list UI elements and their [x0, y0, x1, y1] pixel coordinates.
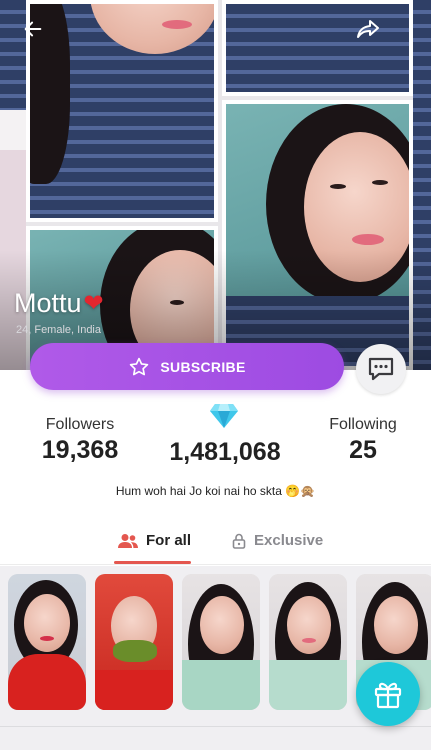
diamonds-stat: 1,481,068 [150, 438, 300, 467]
more-options-icon[interactable]: ⋮ [401, 14, 421, 36]
bottom-area [0, 716, 431, 750]
gallery-thumb-3[interactable] [182, 574, 260, 710]
profile-screen: ⋮ Mottu ❤ 24, Female, India SUBSCRIBE Fo… [0, 0, 431, 750]
tab-divider [0, 564, 431, 565]
chat-button[interactable] [356, 344, 406, 394]
following-stat[interactable]: Following 25 [318, 416, 408, 465]
share-icon[interactable] [356, 18, 380, 44]
photo-tile-2[interactable] [222, 0, 413, 96]
diamonds-count: 1,481,068 [169, 438, 281, 466]
gallery-thumb-4[interactable] [269, 574, 347, 710]
gift-icon [374, 682, 402, 709]
tab-for-all-label: For all [146, 532, 192, 549]
profile-name: Mottu [14, 288, 82, 318]
people-icon [118, 533, 138, 548]
gallery-thumb-1[interactable] [8, 574, 86, 710]
followers-count: 19,368 [41, 436, 119, 464]
tab-exclusive[interactable]: Exclusive [232, 532, 323, 549]
followers-stat[interactable]: Followers 19,368 [30, 416, 130, 465]
gallery-thumb-2[interactable] [95, 574, 173, 710]
profile-photo-collage[interactable]: ⋮ Mottu ❤ 24, Female, India [0, 0, 431, 370]
heart-icon: ❤ [83, 290, 104, 317]
tab-exclusive-label: Exclusive [254, 532, 324, 549]
following-count: 25 [349, 436, 377, 464]
back-arrow-icon[interactable] [22, 18, 44, 44]
subscribe-label: SUBSCRIBE [160, 358, 246, 375]
star-icon [130, 357, 149, 375]
diamond-icon [210, 404, 238, 428]
subscribe-button[interactable]: SUBSCRIBE [30, 343, 344, 390]
following-label: Following [329, 416, 397, 433]
lock-icon [232, 533, 246, 549]
profile-meta: 24, Female, India [16, 324, 101, 336]
photo-tile-1[interactable] [26, 0, 218, 222]
gift-button[interactable] [356, 662, 420, 726]
followers-label: Followers [45, 416, 115, 433]
chat-bubble-icon [368, 357, 394, 381]
profile-name-row: Mottu ❤ [14, 288, 104, 319]
divider [0, 726, 431, 727]
tab-for-all[interactable]: For all [118, 532, 191, 549]
profile-bio: Hum woh hai Jo koi nai ho skta 🤭🙊 [115, 484, 316, 498]
